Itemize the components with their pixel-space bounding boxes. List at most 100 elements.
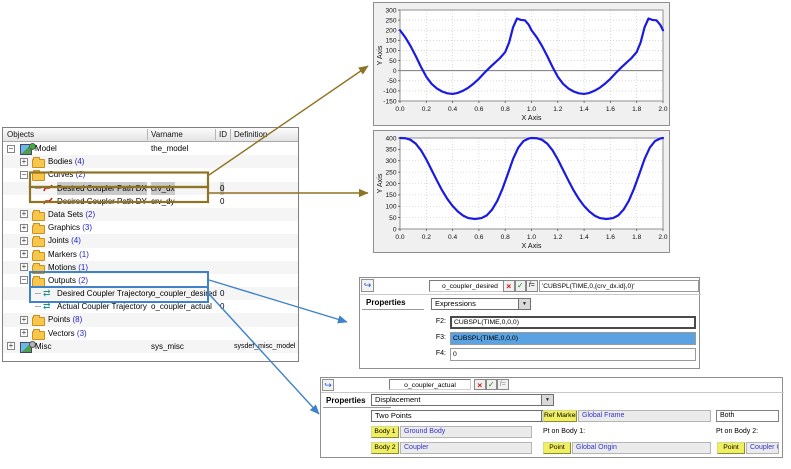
body1-button[interactable]: Body 1 (371, 426, 399, 438)
tree-item-label[interactable]: Model (35, 142, 57, 155)
expand-icon[interactable]: + (20, 316, 28, 324)
expand-icon[interactable]: + (20, 224, 28, 232)
tree-row[interactable]: − Model the_model (3, 142, 298, 155)
collapse-icon[interactable]: − (20, 276, 28, 284)
col-header-objects[interactable]: Objects (7, 130, 34, 139)
ref-marker-field[interactable]: Global Frame (578, 410, 711, 422)
tree-row[interactable]: +Miscsys_miscsysdef_misc_model (3, 340, 298, 353)
properties-tab[interactable]: Properties (326, 396, 366, 405)
apply-button[interactable]: ✓ (515, 280, 527, 292)
tree-row[interactable]: + Bodies (4) (3, 155, 298, 168)
expand-icon[interactable]: + (20, 158, 28, 166)
tree-row[interactable]: ⇄Desired Coupler Trajectoryo_coupler_des… (3, 287, 298, 300)
tree-row[interactable]: − Outputs (2) (3, 274, 298, 287)
col-header-definition[interactable]: Definition (234, 130, 267, 139)
tree-item-label[interactable]: Desired Coupler Path DX (57, 182, 147, 195)
tree-row[interactable]: + Markers (1) (3, 248, 298, 261)
tree-row[interactable]: + Motions (1) (3, 261, 298, 274)
tree-row[interactable]: − Curves (2) (3, 168, 298, 181)
expand-icon[interactable]: + (20, 237, 28, 245)
point2-button[interactable]: Point (717, 442, 745, 454)
col-header-varname[interactable]: Varname (151, 130, 183, 139)
properties-tab[interactable]: Properties (366, 298, 406, 307)
object-name-field[interactable]: o_coupler_actual (389, 379, 471, 390)
tree-row[interactable]: + Vectors (3) (3, 327, 298, 340)
tree-item-label[interactable]: Desired Coupler Trajectory (57, 287, 152, 300)
tree-item-label[interactable]: Vectors (3) (48, 327, 87, 340)
tree-row[interactable]: + Points (8) (3, 313, 298, 326)
svg-text:Y Axis: Y Axis (375, 45, 384, 65)
tree-item-label[interactable]: Curves (2) (48, 168, 85, 181)
measure-type-dropdown[interactable]: Displacement ▼ (371, 394, 554, 406)
point-mode-dropdown[interactable]: Two Points ▼ (371, 410, 554, 422)
varname-cell[interactable]: the_model (151, 142, 188, 155)
point1-field[interactable]: Global Origin (572, 442, 711, 454)
point2-field[interactable]: Coupler CM (746, 442, 779, 454)
tree-row[interactable]: Desired Coupler Path DXcrv_dx0 (3, 182, 298, 195)
expand-icon[interactable]: + (20, 263, 28, 271)
item-count: (1) (79, 250, 89, 259)
collapse-icon[interactable]: − (7, 145, 15, 153)
tree-item-label[interactable]: Bodies (4) (48, 155, 84, 168)
collapse-icon[interactable]: − (20, 171, 28, 179)
tree-row[interactable]: Desired Coupler Path DYcrv_dy0 (3, 195, 298, 208)
tree-item-label[interactable]: Markers (1) (48, 248, 89, 261)
tree-item-label[interactable]: Data Sets (2) (48, 208, 95, 221)
body1-field[interactable]: Ground Body (400, 426, 532, 438)
expression-preview-field[interactable]: 'CUBSPL(TIME,0,{crv_dx.id},0)' (539, 280, 699, 292)
tree-item-label[interactable]: Graphics (3) (48, 221, 92, 234)
navigator-icon[interactable]: ↪ (322, 379, 334, 391)
id-cell: 0 (220, 287, 224, 300)
expression-mode-dropdown[interactable]: Expressions ▼ (431, 298, 531, 310)
point1-button[interactable]: Point (543, 442, 571, 454)
tree-item-label[interactable]: Actual Coupler Trajectory (57, 300, 147, 313)
col-header-id[interactable]: ID (219, 130, 227, 139)
svg-text:0.2: 0.2 (422, 106, 431, 113)
navigator-icon[interactable]: ↪ (361, 279, 374, 292)
svg-text:1.2: 1.2 (553, 234, 562, 241)
tree-item-label[interactable]: Outputs (2) (48, 274, 88, 287)
cancel-button[interactable]: × (503, 280, 515, 292)
varname-cell[interactable]: crv_dy (151, 195, 175, 208)
svg-text:1.8: 1.8 (632, 106, 641, 113)
tree-row[interactable]: + Data Sets (2) (3, 208, 298, 221)
varname-cell[interactable]: o_coupler_actual (151, 300, 212, 313)
expand-icon[interactable]: + (20, 210, 28, 218)
tree-item-label[interactable]: Points (8) (48, 313, 82, 326)
tree-item-label[interactable]: Joints (4) (48, 234, 81, 247)
chevron-down-icon[interactable]: ▼ (518, 299, 530, 309)
f2-field[interactable]: CUBSPL(TIME,0,0,0) (450, 316, 696, 329)
component-field[interactable]: Both (716, 410, 779, 422)
varname-cell[interactable]: crv_dx (151, 182, 175, 195)
f3-field[interactable]: CUBSPL(TIME,0,0,0) (450, 332, 696, 345)
pt-on-body1-label: Pt on Body 1: (543, 428, 585, 435)
expand-icon[interactable]: + (20, 329, 28, 337)
object-name-field[interactable]: o_coupler_desired (429, 280, 511, 292)
function-builder-button[interactable]: f= (526, 280, 538, 292)
output-icon: ⇄ (43, 300, 51, 313)
tree-item-label[interactable]: Desired Coupler Path DY (57, 195, 147, 208)
apply-button[interactable]: ✓ (486, 379, 498, 390)
svg-text:400: 400 (385, 135, 396, 142)
chevron-down-icon[interactable]: ▼ (541, 395, 553, 405)
varname-cell[interactable]: o_coupler_desired (151, 287, 217, 300)
expand-icon[interactable]: + (20, 250, 28, 258)
cancel-button[interactable]: × (474, 379, 486, 390)
f4-field[interactable]: 0 (450, 348, 696, 361)
folder-icon (32, 331, 45, 340)
body2-button[interactable]: Body 2 (371, 442, 399, 454)
expand-icon[interactable]: + (7, 342, 15, 350)
f3-label: F3: (430, 334, 446, 341)
body2-field[interactable]: Coupler (400, 442, 532, 454)
varname-cell[interactable]: sys_misc (151, 340, 184, 353)
tree-item-label[interactable]: Motions (1) (48, 261, 88, 274)
function-builder-button[interactable]: f= (497, 379, 509, 390)
ref-marker-button[interactable]: Ref Marker (543, 410, 577, 422)
divider (360, 294, 701, 295)
tree-row[interactable]: + Joints (4) (3, 234, 298, 247)
tree-row[interactable]: ⇄ Actual Coupler Trajectory o_coupler_actu… (3, 300, 298, 313)
tree-row[interactable]: + Graphics (3) (3, 221, 298, 234)
desired-output-properties-panel: ↪ o_coupler_desired × ✓ f= 'CUBSPL(TIME,… (359, 277, 700, 369)
svg-text:250: 250 (385, 169, 396, 176)
tree-item-label[interactable]: Misc (35, 340, 51, 353)
